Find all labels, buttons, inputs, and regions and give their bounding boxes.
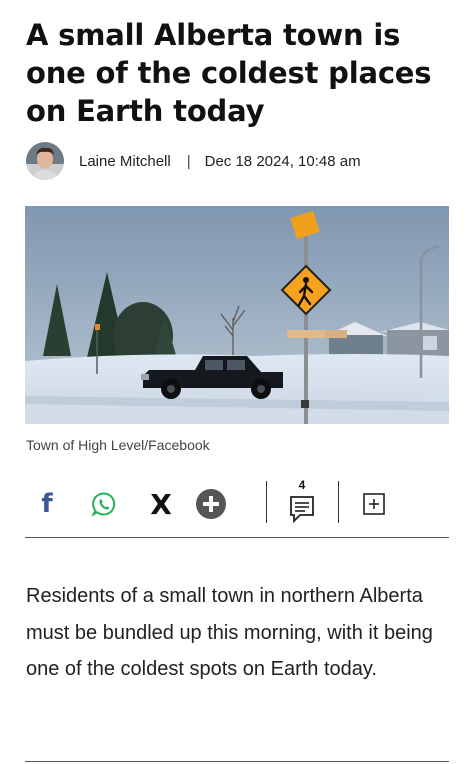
section-divider (25, 537, 449, 538)
bookmark-add-icon (363, 493, 385, 515)
facebook-share-button[interactable]: f (35, 484, 59, 524)
share-divider (266, 481, 267, 523)
more-share-icon (196, 489, 226, 519)
author-name[interactable]: Laine Mitchell (79, 153, 171, 170)
comment-count: 4 (298, 478, 306, 492)
article-hero-image (25, 206, 449, 424)
share-divider (338, 481, 339, 523)
x-share-button[interactable]: X (147, 484, 175, 524)
whatsapp-share-button[interactable] (89, 484, 119, 524)
article-body-paragraph: Residents of a small town in northern Al… (26, 585, 433, 680)
image-caption: Town of High Level/Facebook (26, 437, 210, 453)
byline-separator: | (186, 152, 191, 170)
comment-icon (290, 496, 314, 523)
publish-date: Dec 18 2024, 10:48 am (204, 152, 361, 170)
facebook-icon: f (41, 489, 53, 519)
x-icon: X (150, 487, 172, 521)
comments-button[interactable]: 4 (287, 478, 317, 524)
more-share-button[interactable] (195, 484, 227, 524)
article-headline: A small Alberta town is one of the colde… (26, 18, 432, 128)
add-bookmark-button[interactable] (361, 484, 387, 524)
share-bar: f X 4 (25, 478, 449, 528)
author-avatar[interactable] (26, 142, 64, 180)
section-divider (25, 761, 449, 762)
byline: Laine Mitchell | Dec 18 2024, 10:48 am (26, 141, 456, 181)
whatsapp-icon (91, 492, 116, 517)
